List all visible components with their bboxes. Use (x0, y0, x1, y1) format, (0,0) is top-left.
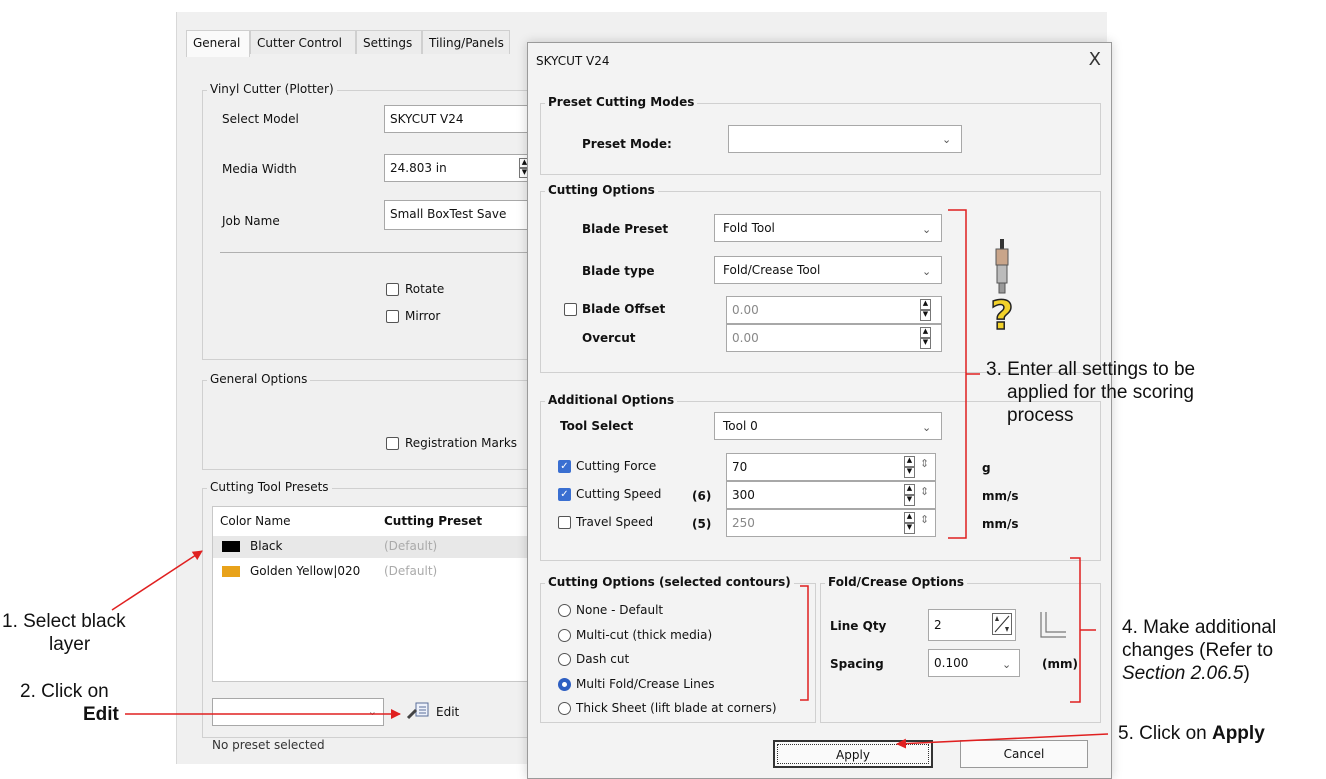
bracket-left-options (800, 585, 809, 701)
annotation-2-line1: 2. Click on (20, 681, 109, 702)
annotation-1-line1: 1. Select black (2, 611, 126, 632)
annotation-3-line3: process (1007, 405, 1074, 426)
arrow-select-black (111, 550, 203, 611)
annotation-4-line2: changes (Refer to (1122, 640, 1274, 661)
annotation-3-line2: applied for the scoring (1007, 382, 1194, 403)
bracket-fold-options (1070, 557, 1081, 703)
annotation-5: 5. Click on Apply (1118, 722, 1265, 745)
bracket-settings (948, 209, 967, 539)
annotation-1: 1. Select black layer (2, 610, 126, 656)
annotation-3-line1: 3. Enter all settings to be (986, 359, 1196, 380)
annotation-2-line2: Edit (83, 704, 119, 725)
annotation-4-tail: ) (1243, 663, 1250, 684)
annotation-4-line1: 4. Make additional (1122, 617, 1277, 638)
annotation-1-line2: layer (49, 634, 91, 655)
annotation-4: 4. Make additional changes (Refer to Sec… (1122, 616, 1276, 685)
annotation-5-bold: Apply (1211, 723, 1265, 744)
annotation-3: 3. Enter all settings to be applied for … (986, 358, 1195, 427)
annotation-2: 2. Click on Edit (20, 680, 119, 726)
annotation-5-prefix: 5. Click on (1118, 723, 1212, 744)
arrow-click-apply (896, 733, 1109, 749)
annotation-4-section: Section 2.06.5 (1122, 663, 1244, 684)
